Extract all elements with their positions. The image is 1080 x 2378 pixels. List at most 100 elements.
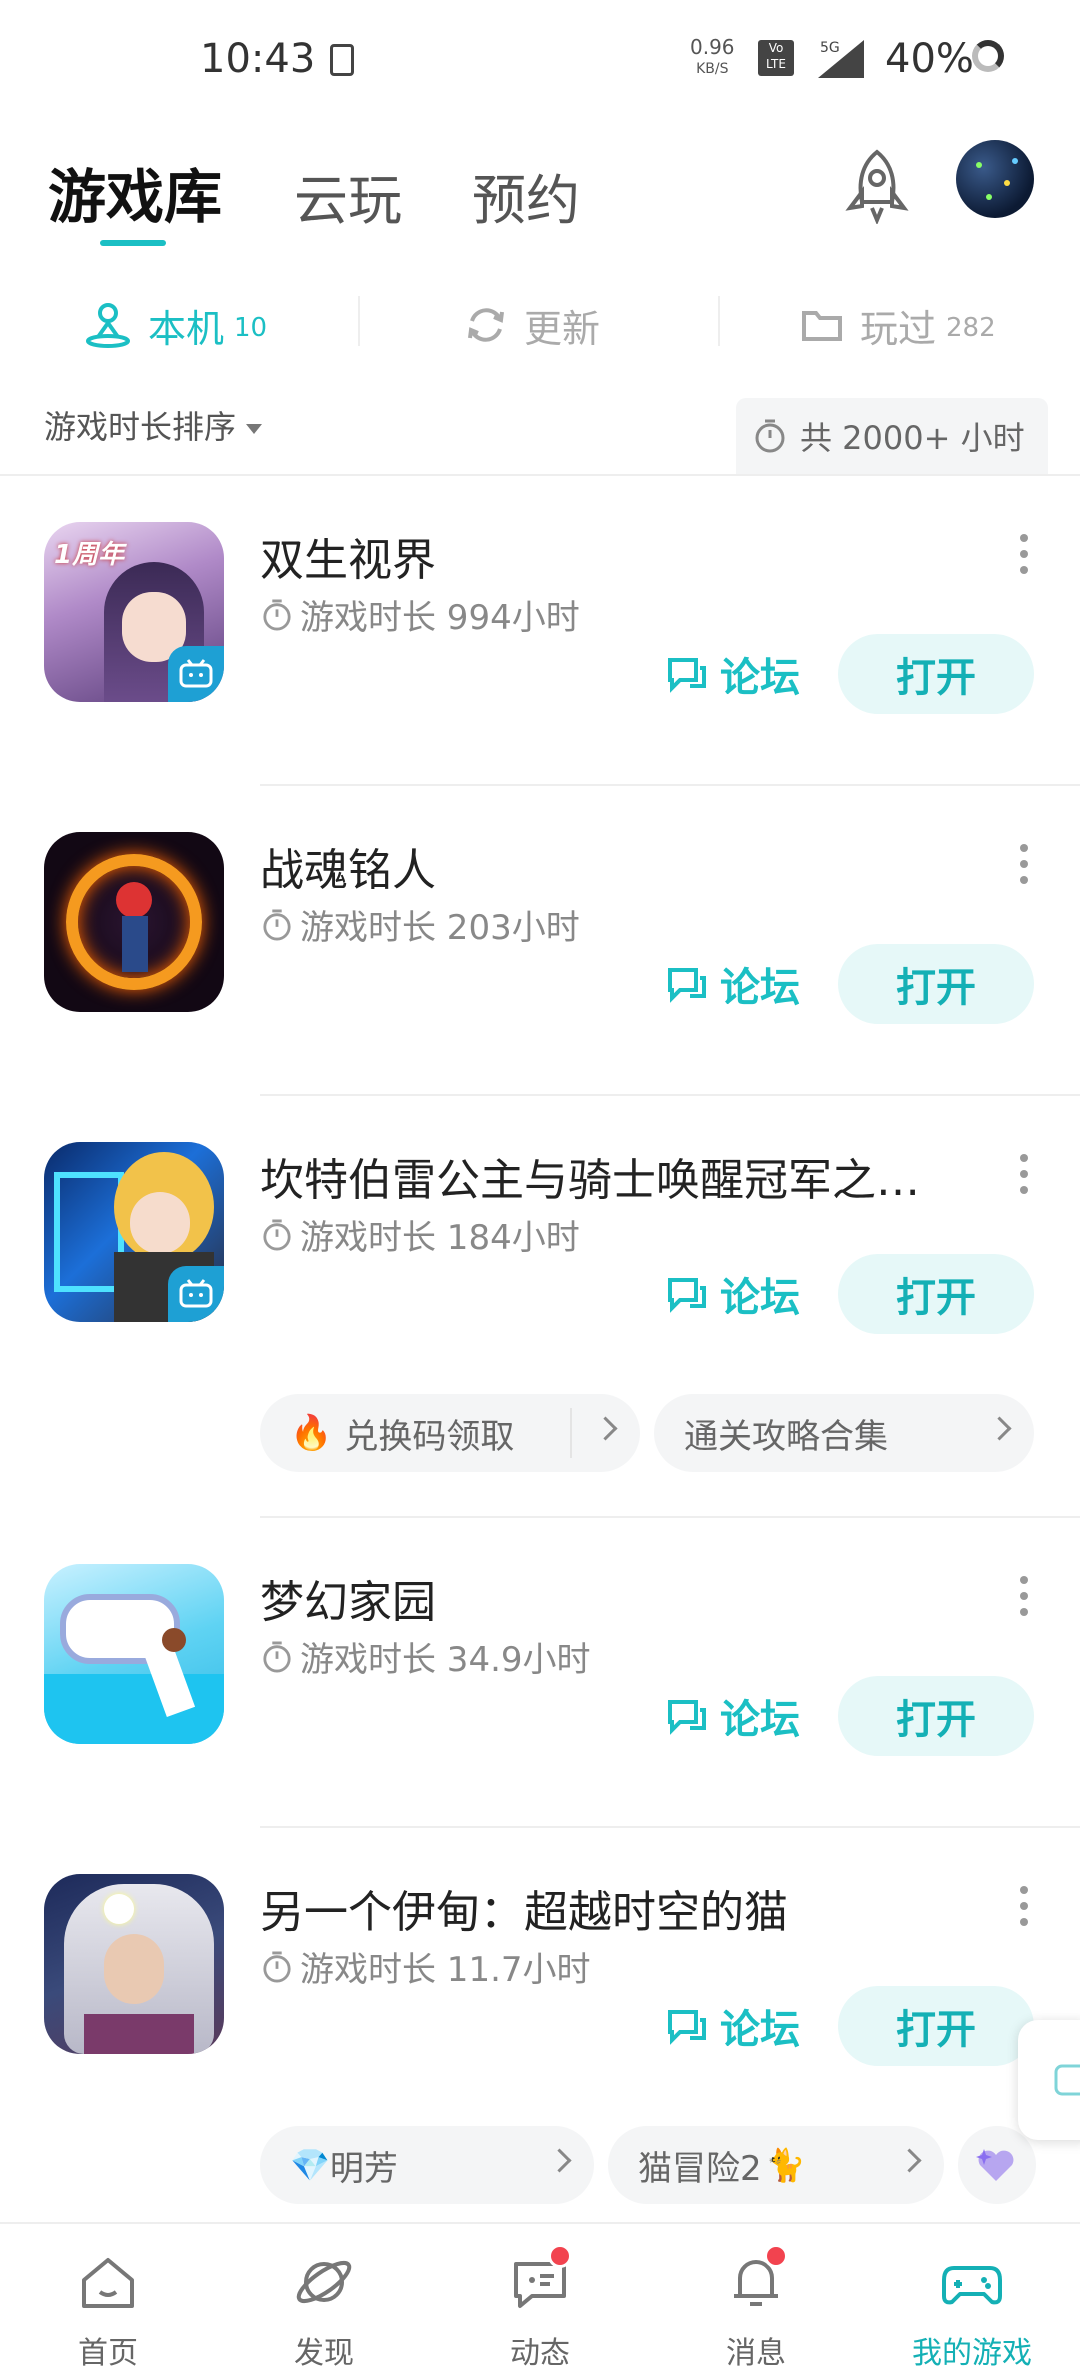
nav-messages[interactable]: 消息	[648, 2224, 864, 2378]
home-icon	[82, 2258, 134, 2308]
stopwatch-icon	[263, 1951, 291, 1982]
total-playtime: 共 2000+ 小时	[736, 398, 1048, 474]
nav-home[interactable]: 首页	[0, 2224, 216, 2378]
game-icon-menghuan[interactable]	[44, 1564, 224, 1744]
tab-reservation[interactable]: 预约	[472, 156, 580, 235]
floating-download-tab[interactable]	[1018, 2020, 1080, 2140]
forum-label: 论坛	[720, 2007, 800, 2053]
chip-label: 兑换码领取	[344, 1416, 515, 1457]
subtab-played[interactable]: 玩过 282	[800, 290, 996, 360]
nav-label: 发现	[294, 2336, 354, 2371]
more-options-icon[interactable]	[1020, 1154, 1030, 1202]
subtab-label: 更新	[524, 306, 601, 351]
net-speed-value: 0.96	[690, 35, 735, 59]
download-notification-icon	[330, 44, 354, 76]
forum-button[interactable]: 论坛	[666, 634, 800, 714]
stopwatch-icon	[263, 1219, 291, 1250]
refresh-icon	[468, 308, 504, 342]
forum-button[interactable]: 论坛	[666, 1254, 800, 1334]
person-stand-icon	[86, 303, 130, 348]
stopwatch-icon	[263, 909, 291, 940]
chevron-right-icon	[987, 1416, 1012, 1441]
status-bar: 10:43 0.96 KB/S Vo LTE 5G 40%	[0, 0, 1080, 120]
chip-redeem-code[interactable]: 🔥 兑换码领取	[260, 1394, 640, 1472]
chip-label: 通关攻略合集	[684, 1416, 888, 1457]
open-button[interactable]: 打开	[838, 944, 1034, 1024]
game-playtime: 游戏时长 994小时	[262, 590, 580, 639]
playtime-text: 游戏时长 203小时	[300, 908, 580, 948]
net-speed: 0.96 KB/S	[690, 36, 735, 80]
nav-feed[interactable]: 动态	[432, 2224, 648, 2378]
open-button[interactable]: 打开	[838, 1254, 1034, 1334]
chip-label: 明芳	[329, 2148, 398, 2189]
folder-icon	[802, 311, 842, 341]
more-options-icon[interactable]	[1020, 844, 1030, 892]
chip-more[interactable]	[958, 2126, 1036, 2204]
game-icon-shuangsheng[interactable]: 1周年	[44, 522, 224, 702]
planet-icon	[296, 2260, 352, 2304]
game-title[interactable]: 梦幻家园	[260, 1566, 436, 1630]
game-playtime: 游戏时长 11.7小时	[262, 1942, 591, 1991]
open-button[interactable]: 打开	[838, 1986, 1034, 2066]
playtime-text: 游戏时长 34.9小时	[300, 1640, 591, 1680]
nav-discover[interactable]: 发现	[216, 2224, 432, 2378]
bottom-nav: 首页 发现 动态 消息 我的游戏	[0, 2222, 1080, 2378]
subtab-local[interactable]: 本机 10	[84, 290, 267, 360]
game-title[interactable]: 双生视界	[260, 524, 436, 588]
chevron-right-icon	[593, 1416, 618, 1441]
game-title[interactable]: 坎特伯雷公主与骑士唤醒冠军之…	[260, 1144, 920, 1208]
avatar[interactable]	[956, 140, 1034, 218]
game-row: 坎特伯雷公主与骑士唤醒冠军之… 游戏时长 184小时 论坛 打开 🔥 兑换码领取…	[0, 1094, 1080, 1518]
rocket-icon[interactable]	[842, 148, 912, 228]
tab-cloud-play[interactable]: 云玩	[294, 156, 402, 235]
subtab-update[interactable]: 更新	[464, 290, 600, 360]
forum-label: 论坛	[720, 655, 800, 701]
forum-icon	[668, 968, 706, 1003]
game-title[interactable]: 另一个伊甸：超越时空的猫	[260, 1876, 788, 1940]
sort-dropdown[interactable]: 游戏时长排序	[44, 402, 262, 448]
forum-label: 论坛	[720, 1697, 800, 1743]
game-row: 1周年 双生视界 游戏时长 994小时 论坛 打开	[0, 474, 1080, 786]
subtab-count: 282	[946, 313, 996, 343]
game-title[interactable]: 战魂铭人	[260, 834, 436, 898]
battery-percent: 40%	[885, 36, 974, 82]
sparkle-heart-icon	[976, 2149, 1014, 2181]
volte-icon: Vo LTE	[758, 40, 794, 76]
game-icon-zhanhun[interactable]	[44, 832, 224, 1012]
game-playtime: 游戏时长 203小时	[262, 900, 580, 949]
forum-icon	[668, 1700, 706, 1735]
more-options-icon[interactable]	[1020, 534, 1030, 582]
battery-icon	[972, 40, 1004, 72]
chip-walkthrough[interactable]: 通关攻略合集	[654, 1394, 1034, 1472]
diamond-icon: 💎	[290, 2146, 330, 2184]
game-icon-another-eden[interactable]	[44, 1874, 224, 2054]
anniversary-badge: 1周年	[54, 540, 125, 570]
nav-my-games[interactable]: 我的游戏	[864, 2224, 1080, 2378]
notification-dot	[548, 2244, 572, 2268]
nav-label: 消息	[726, 2336, 786, 2371]
open-button[interactable]: 打开	[838, 634, 1034, 714]
game-row: 战魂铭人 游戏时长 203小时 论坛 打开	[0, 784, 1080, 1096]
stopwatch-icon	[263, 1641, 291, 1672]
nav-label: 我的游戏	[912, 2336, 1032, 2371]
chip-cat-adventure[interactable]: 猫冒险2 🐈	[608, 2126, 944, 2204]
game-playtime: 游戏时长 184小时	[262, 1210, 580, 1259]
forum-button[interactable]: 论坛	[666, 1676, 800, 1756]
tab-game-library[interactable]: 游戏库	[48, 150, 222, 234]
game-row: 梦幻家园 游戏时长 34.9小时 论坛 打开	[0, 1516, 1080, 1828]
open-button[interactable]: 打开	[838, 1676, 1034, 1756]
nav-label: 动态	[510, 2336, 570, 2371]
stopwatch-icon	[755, 419, 785, 453]
chip-mingfang[interactable]: 💎 明芳	[260, 2126, 594, 2204]
game-playtime: 游戏时长 34.9小时	[262, 1632, 591, 1681]
forum-label: 论坛	[720, 965, 800, 1011]
stopwatch-icon	[263, 599, 291, 630]
forum-button[interactable]: 论坛	[666, 1986, 800, 2066]
forum-button[interactable]: 论坛	[666, 944, 800, 1024]
more-options-icon[interactable]	[1020, 1886, 1030, 1934]
forum-icon	[668, 1278, 706, 1313]
notification-dot	[764, 2244, 788, 2268]
game-icon-kante[interactable]	[44, 1142, 224, 1322]
more-options-icon[interactable]	[1020, 1576, 1030, 1624]
tab-underline	[100, 240, 166, 246]
